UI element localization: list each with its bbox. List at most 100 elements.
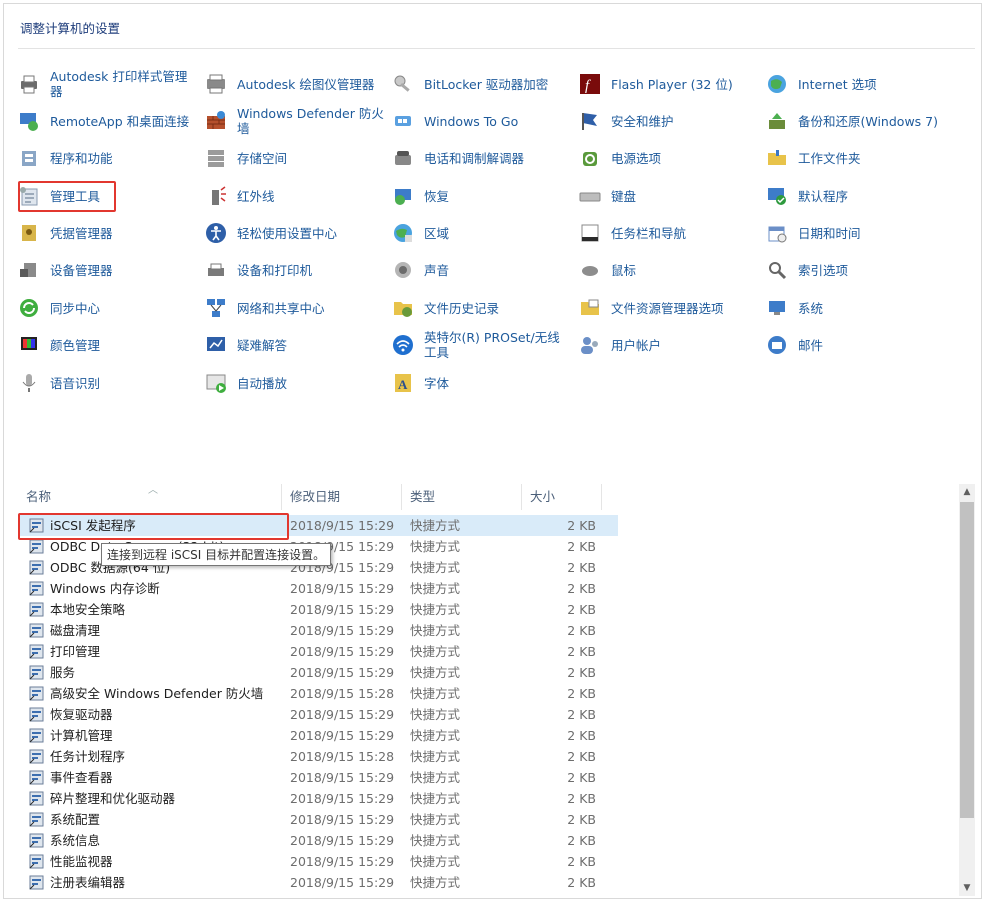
row-name-label: 恢复驱动器 <box>50 707 113 722</box>
cp-item[interactable]: 安全和维护 <box>579 103 759 139</box>
cp-item[interactable]: 设备和打印机 <box>205 252 385 288</box>
cp-item[interactable]: 存储空间 <box>205 140 385 176</box>
row-name: 磁盘清理 <box>28 620 100 641</box>
mail-icon <box>766 334 788 356</box>
cp-item-label: 键盘 <box>611 188 637 204</box>
scroll-up-icon[interactable]: ▲ <box>959 484 975 500</box>
cp-item[interactable]: 邮件 <box>766 327 946 363</box>
cp-item[interactable]: 日期和时间 <box>766 215 946 251</box>
scrollbar-thumb[interactable] <box>960 502 974 818</box>
cp-item[interactable]: 默认程序 <box>766 178 946 214</box>
table-row[interactable]: 碎片整理和优化驱动器 2018/9/15 15:29 快捷方式 2 KB <box>18 788 618 809</box>
table-row[interactable]: 计算机管理 2018/9/15 15:29 快捷方式 2 KB <box>18 725 618 746</box>
cp-item[interactable]: 轻松使用设置中心 <box>205 215 385 251</box>
cp-item[interactable]: Windows To Go <box>392 103 572 139</box>
recovery-icon <box>392 185 414 207</box>
cp-item[interactable]: 系统 <box>766 290 946 326</box>
region-icon <box>392 222 414 244</box>
table-row[interactable]: 注册表编辑器 2018/9/15 15:29 快捷方式 2 KB <box>18 872 618 893</box>
cp-item[interactable]: A 字体 <box>392 365 572 401</box>
column-header-date[interactable]: 修改日期 <box>282 484 402 510</box>
cp-item[interactable]: 文件资源管理器选项 <box>579 290 759 326</box>
wifi-icon <box>392 334 414 356</box>
cp-item[interactable]: 文件历史记录 <box>392 290 572 326</box>
shortcut-icon <box>28 728 44 744</box>
cp-item[interactable]: 鼠标 <box>579 252 759 288</box>
table-row[interactable]: 性能监视器 2018/9/15 15:29 快捷方式 2 KB <box>18 851 618 872</box>
row-size: 2 KB <box>567 686 596 701</box>
cp-item[interactable]: Autodesk 打印样式管理器 <box>18 66 198 102</box>
column-header-type[interactable]: 类型 <box>402 484 522 510</box>
shortcut-icon <box>28 749 44 765</box>
cp-item[interactable]: 声音 <box>392 252 572 288</box>
cp-item[interactable]: 键盘 <box>579 178 759 214</box>
cp-item-label: 备份和还原(Windows 7) <box>798 113 938 129</box>
table-row[interactable]: Windows 内存诊断 2018/9/15 15:29 快捷方式 2 KB <box>18 578 618 599</box>
globe-icon <box>766 73 788 95</box>
row-date: 2018/9/15 15:28 <box>290 749 395 764</box>
cp-item[interactable]: BitLocker 驱动器加密 <box>392 66 572 102</box>
row-size: 2 KB <box>567 623 596 638</box>
table-row[interactable]: 打印管理 2018/9/15 15:29 快捷方式 2 KB <box>18 641 618 662</box>
power-icon <box>579 147 601 169</box>
cp-item[interactable]: 恢复 <box>392 178 572 214</box>
table-row[interactable]: 系统配置 2018/9/15 15:29 快捷方式 2 KB <box>18 809 618 830</box>
cp-item[interactable]: 备份和还原(Windows 7) <box>766 103 946 139</box>
table-row[interactable]: 恢复驱动器 2018/9/15 15:29 快捷方式 2 KB <box>18 704 618 725</box>
table-row[interactable]: 磁盘清理 2018/9/15 15:29 快捷方式 2 KB <box>18 620 618 641</box>
calendar-icon <box>766 222 788 244</box>
row-size: 2 KB <box>567 602 596 617</box>
row-date: 2018/9/15 15:29 <box>290 854 395 869</box>
table-row[interactable]: 本地安全策略 2018/9/15 15:29 快捷方式 2 KB <box>18 599 618 620</box>
cp-item[interactable]: 自动播放 <box>205 365 385 401</box>
svg-text:A: A <box>398 377 408 392</box>
cp-item[interactable]: 用户帐户 <box>579 327 759 363</box>
infrared-icon <box>205 185 227 207</box>
cp-item[interactable]: 英特尔(R) PROSet/无线工具 <box>392 327 572 363</box>
row-type: 快捷方式 <box>410 707 461 722</box>
shortcut-icon <box>28 539 44 555</box>
row-type: 快捷方式 <box>410 602 461 617</box>
cp-item[interactable]: 索引选项 <box>766 252 946 288</box>
scroll-down-icon[interactable]: ▼ <box>959 880 975 896</box>
cp-item[interactable]: 程序和功能 <box>18 140 198 176</box>
cp-item[interactable]: RemoteApp 和桌面连接 <box>18 103 198 139</box>
cp-item[interactable]: 颜色管理 <box>18 327 198 363</box>
column-header-name[interactable]: 名称 ︿ <box>18 484 282 510</box>
vertical-scrollbar[interactable]: ▲ ▼ <box>959 484 975 896</box>
cp-item-label: Flash Player (32 位) <box>611 76 733 92</box>
cp-item[interactable]: Windows Defender 防火墙 <box>205 103 385 139</box>
table-row[interactable]: 高级安全 Windows Defender 防火墙 2018/9/15 15:28… <box>18 683 618 704</box>
row-name: 本地安全策略 <box>28 599 125 620</box>
row-size: 2 KB <box>567 875 596 890</box>
cp-item[interactable]: 网络和共享中心 <box>205 290 385 326</box>
system-icon <box>766 297 788 319</box>
row-size: 2 KB <box>567 728 596 743</box>
table-row[interactable]: 系统信息 2018/9/15 15:29 快捷方式 2 KB <box>18 830 618 851</box>
cp-item-label: 用户帐户 <box>611 337 662 353</box>
row-type: 快捷方式 <box>410 581 461 596</box>
cp-item[interactable]: 工作文件夹 <box>766 140 946 176</box>
cp-item[interactable]: f Flash Player (32 位) <box>579 66 759 102</box>
cp-item[interactable]: Internet 选项 <box>766 66 946 102</box>
shortcut-icon <box>28 581 44 597</box>
cp-item[interactable]: 任务栏和导航 <box>579 215 759 251</box>
row-date: 2018/9/15 15:29 <box>290 770 395 785</box>
column-header-size[interactable]: 大小 <box>522 484 602 510</box>
cp-item-label: 疑难解答 <box>237 337 288 353</box>
cp-item[interactable]: 电源选项 <box>579 140 759 176</box>
cp-item[interactable]: 语音识别 <box>18 365 198 401</box>
row-name-label: 系统信息 <box>50 833 101 848</box>
table-row[interactable]: 事件查看器 2018/9/15 15:29 快捷方式 2 KB <box>18 767 618 788</box>
table-row[interactable]: 服务 2018/9/15 15:29 快捷方式 2 KB <box>18 662 618 683</box>
cp-item[interactable]: 设备管理器 <box>18 252 198 288</box>
cp-item[interactable]: 疑难解答 <box>205 327 385 363</box>
cp-item[interactable]: 同步中心 <box>18 290 198 326</box>
cp-item[interactable]: Autodesk 绘图仪管理器 <box>205 66 385 102</box>
cp-item[interactable]: 电话和调制解调器 <box>392 140 572 176</box>
row-name-label: 事件查看器 <box>50 770 113 785</box>
cp-item[interactable]: 区域 <box>392 215 572 251</box>
cp-item[interactable]: 凭据管理器 <box>18 215 198 251</box>
cp-item[interactable]: 红外线 <box>205 178 385 214</box>
table-row[interactable]: 任务计划程序 2018/9/15 15:28 快捷方式 2 KB <box>18 746 618 767</box>
